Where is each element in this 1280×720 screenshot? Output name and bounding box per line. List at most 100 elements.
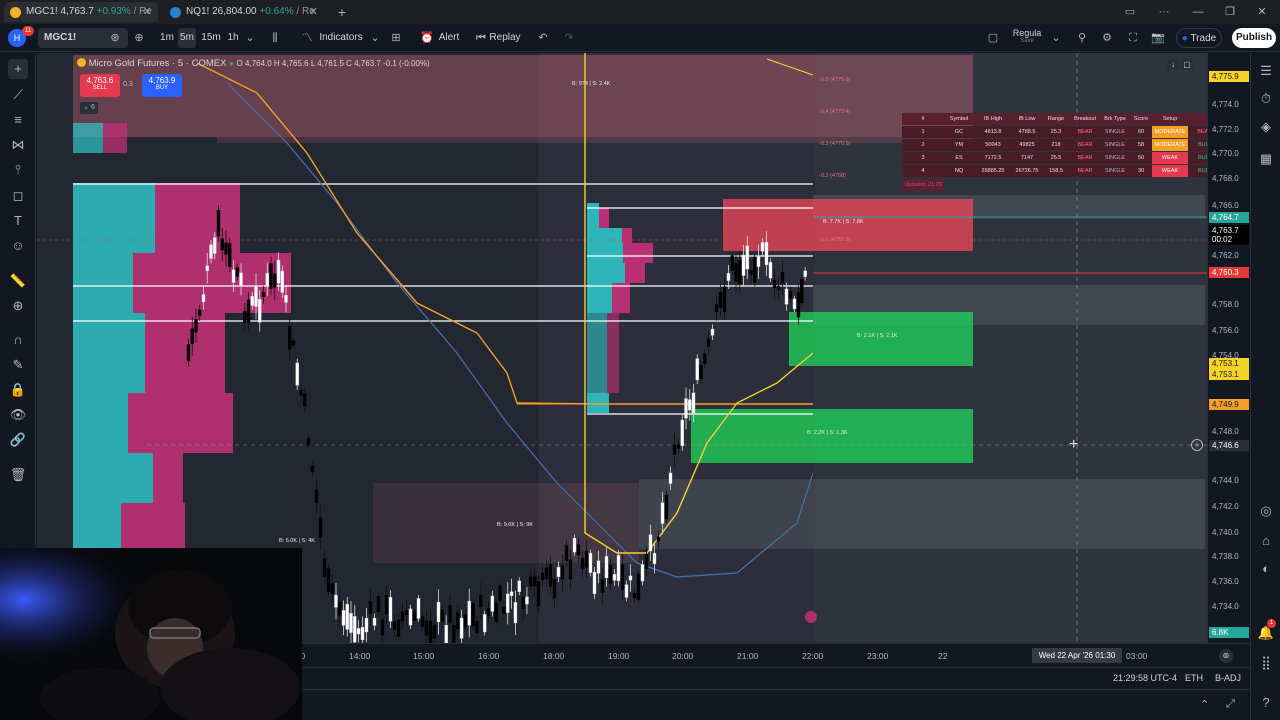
session-toggle[interactable]: ETH bbox=[1185, 673, 1203, 683]
symbol-settings-icon[interactable]: ⊛ bbox=[106, 29, 124, 47]
expand-panel-icon[interactable]: ⌃ bbox=[1200, 698, 1209, 711]
layout-icon[interactable]: ▢ bbox=[984, 29, 1002, 47]
magnet-icon[interactable]: ∩ bbox=[8, 330, 28, 350]
ideas-icon[interactable]: ⌂ bbox=[1256, 531, 1276, 551]
candle-body bbox=[616, 555, 621, 582]
candle-body bbox=[576, 544, 581, 556]
settings-gear-icon[interactable]: ⚙ bbox=[1098, 29, 1116, 47]
candle-body bbox=[699, 365, 703, 380]
close-tab-icon[interactable]: ✕ bbox=[143, 2, 152, 22]
sell-button[interactable]: 4,763.6 SELL bbox=[80, 74, 120, 97]
price-scale[interactable]: 4,774.0 4,772.0 4,770.0 4,768.0 4,766.0 4,762… bbox=[1207, 53, 1250, 643]
server-clock[interactable]: 21:29:58 UTC-4 bbox=[1113, 673, 1177, 683]
restore-pane-icon[interactable]: ▢ bbox=[1181, 59, 1193, 70]
text-icon[interactable]: T bbox=[8, 211, 28, 231]
candle-body bbox=[326, 568, 331, 593]
camera-icon[interactable]: 📷 bbox=[1149, 29, 1167, 47]
go-to-date-icon[interactable]: ⊚ bbox=[1219, 649, 1233, 663]
demand-zone bbox=[691, 409, 973, 463]
interval-1m[interactable]: 1m bbox=[158, 28, 176, 48]
data-window-icon[interactable]: ◈ bbox=[1256, 117, 1276, 137]
candle-body bbox=[479, 594, 483, 608]
forecast-icon[interactable]: ⫯ bbox=[8, 160, 28, 180]
candle-type-icon[interactable]: ⫼ bbox=[266, 29, 284, 47]
browser-tab-bar: MGC1! 4,763.7 +0.93% / Re ✕ NQ1! 26,804.… bbox=[0, 0, 1280, 24]
layout-name-button[interactable]: Regula Save bbox=[1004, 28, 1050, 48]
price-tag: 4,760.3 bbox=[1209, 267, 1249, 278]
trendline-icon[interactable]: ⟋ bbox=[8, 85, 28, 105]
scroll-down-icon[interactable]: ↓ bbox=[1167, 59, 1179, 70]
streams-icon[interactable]: ◐ bbox=[1256, 559, 1276, 579]
publish-button[interactable]: Publish bbox=[1232, 28, 1276, 48]
browser-tab-nq[interactable]: NQ1! 26,804.00 +0.64% / Re ✕ bbox=[164, 2, 324, 22]
chevron-down-icon[interactable]: ⌄ bbox=[366, 29, 384, 47]
candle-body bbox=[376, 595, 381, 613]
candle-body bbox=[695, 358, 699, 381]
help-icon[interactable]: ? bbox=[1256, 693, 1276, 713]
pencil-lock-icon[interactable]: ✎ bbox=[8, 355, 28, 375]
apps-grid-icon[interactable]: ⣿ bbox=[1256, 653, 1276, 673]
price-tag: 4,775.9 bbox=[1209, 71, 1249, 82]
indicators-button[interactable]: Indicators bbox=[316, 28, 366, 48]
fib-icon[interactable]: ≡ bbox=[8, 110, 28, 130]
zoom-icon[interactable]: ⊕ bbox=[8, 296, 28, 316]
lock-icon[interactable]: 🔒 bbox=[8, 380, 28, 400]
crosshair-icon[interactable]: + bbox=[8, 59, 28, 79]
eye-icon[interactable]: 👁 bbox=[8, 405, 28, 425]
candle-body bbox=[408, 608, 413, 626]
browser-tab-mgc[interactable]: MGC1! 4,763.7 +0.93% / Re ✕ bbox=[4, 2, 158, 22]
candle-body bbox=[668, 472, 673, 484]
maximize-icon[interactable]: ❐ bbox=[1214, 0, 1246, 24]
candle-body bbox=[416, 598, 421, 619]
tab-symbol: NQ1! bbox=[186, 6, 210, 17]
trash-icon[interactable]: 🗑 bbox=[8, 465, 28, 485]
pattern-icon[interactable]: ⋈ bbox=[8, 135, 28, 155]
indicators-collapse-button[interactable]: ⌄ 6 bbox=[80, 102, 98, 114]
candle-body bbox=[205, 265, 209, 272]
templates-icon[interactable]: ⊞ bbox=[387, 29, 405, 47]
add-alert-icon[interactable]: + bbox=[1191, 439, 1203, 451]
calendar-icon[interactable]: ▦ bbox=[1256, 149, 1276, 169]
emoji-icon[interactable]: ☺ bbox=[8, 236, 28, 256]
time-tick-label: 16:00 bbox=[478, 651, 500, 661]
replay-button[interactable]: Replay bbox=[488, 28, 522, 48]
adjustment-toggle[interactable]: B-ADJ bbox=[1215, 673, 1241, 683]
interval-1h[interactable]: 1h bbox=[225, 28, 241, 48]
new-tab-icon[interactable]: + bbox=[326, 0, 358, 24]
chevron-down-icon[interactable]: ⌄ bbox=[1047, 29, 1065, 47]
zone-label: B: 2.2K | S: 1.3K bbox=[807, 430, 848, 436]
minimize-icon[interactable]: — bbox=[1182, 0, 1214, 24]
table-cell: 49825 bbox=[1012, 139, 1042, 151]
alerts-clock-icon[interactable]: ⏱ bbox=[1256, 89, 1276, 109]
quick-search-icon[interactable]: ⚲ bbox=[1073, 29, 1091, 47]
ruler-icon[interactable]: 📏 bbox=[8, 271, 28, 291]
alarm-icon[interactable]: ⏰ bbox=[418, 29, 436, 47]
alert-button[interactable]: Alert bbox=[436, 28, 462, 48]
interval-15m[interactable]: 15m bbox=[200, 28, 222, 48]
undo-icon[interactable]: ↶ bbox=[534, 29, 552, 47]
redo-icon[interactable]: ↷ bbox=[560, 29, 578, 47]
indicators-icon[interactable]: 〽 bbox=[298, 29, 316, 47]
maximize-panel-icon[interactable]: ⤢ bbox=[1226, 698, 1235, 711]
link-icon[interactable]: 🔗 bbox=[8, 430, 28, 450]
table-header: Breakout bbox=[1070, 113, 1100, 125]
target-icon[interactable]: ◎ bbox=[1256, 501, 1276, 521]
close-tab-icon[interactable]: ✕ bbox=[309, 2, 318, 22]
candle-body bbox=[628, 575, 633, 581]
candle-body bbox=[265, 272, 269, 286]
interval-5m[interactable]: 5m bbox=[178, 28, 196, 48]
add-symbol-icon[interactable]: ⊕ bbox=[130, 29, 148, 47]
more-icon[interactable]: ··· bbox=[1148, 0, 1180, 24]
buy-price: 4,763.9 bbox=[148, 76, 176, 85]
close-window-icon[interactable]: ✕ bbox=[1246, 0, 1278, 24]
cast-icon[interactable]: ▭ bbox=[1114, 0, 1146, 24]
watchlist-icon[interactable]: ☰ bbox=[1256, 61, 1276, 81]
fullscreen-icon[interactable]: ⛶ bbox=[1124, 29, 1142, 47]
trade-button[interactable]: ● Trade bbox=[1176, 28, 1222, 48]
candle-body bbox=[664, 495, 669, 520]
candle-body bbox=[388, 596, 393, 622]
shapes-icon[interactable]: ◻ bbox=[8, 186, 28, 206]
buy-button[interactable]: 4,763.9 BUY bbox=[142, 74, 182, 97]
chevron-down-icon[interactable]: ⌄ bbox=[241, 29, 259, 47]
table-cell: BULL 62% bbox=[1188, 165, 1207, 177]
